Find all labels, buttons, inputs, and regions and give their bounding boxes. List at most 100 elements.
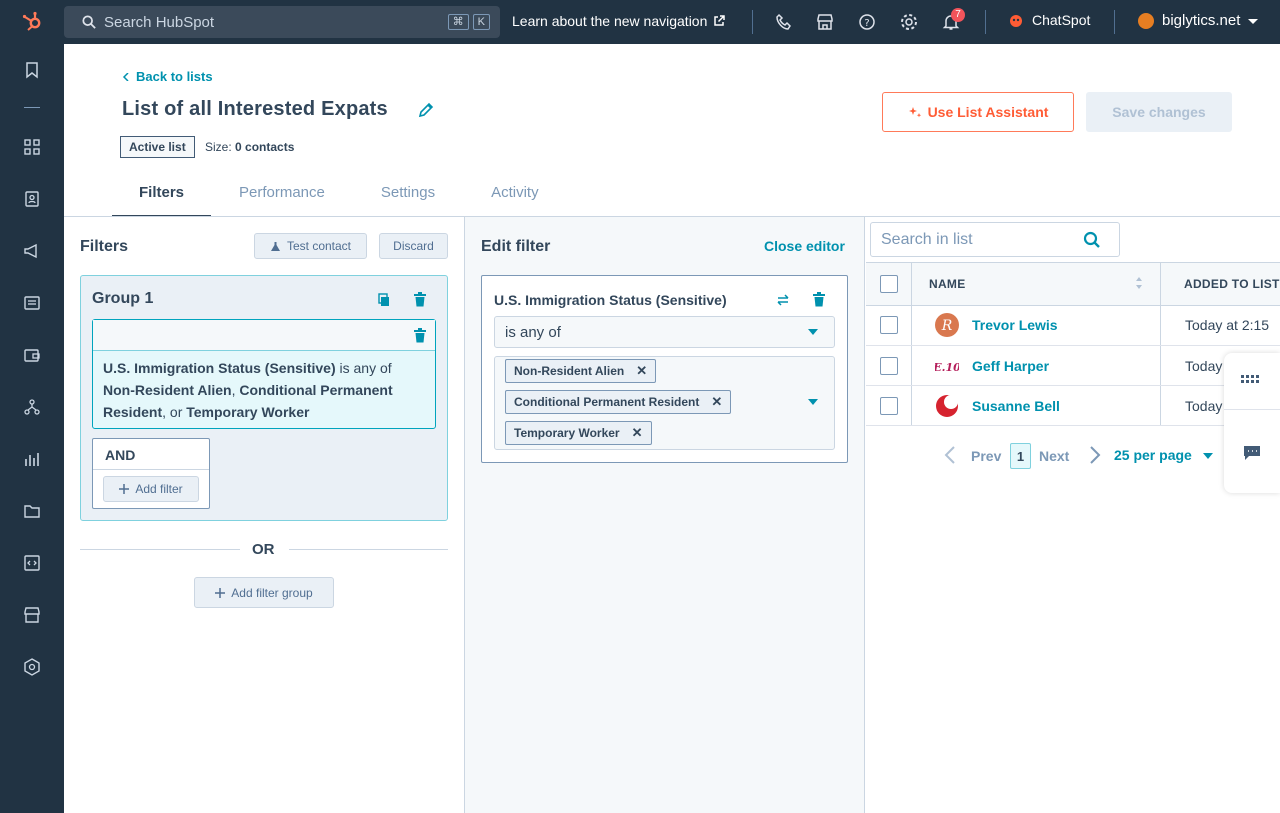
filter-property: U.S. Immigration Status (Sensitive)	[103, 360, 336, 376]
delete-edit-filter-trash-icon[interactable]	[812, 292, 826, 307]
remove-chip-icon[interactable]: ✕	[632, 425, 643, 441]
column-header-added[interactable]: ADDED TO LIST	[1184, 277, 1280, 291]
or-divider-left	[80, 549, 240, 550]
contact-name-link[interactable]: Geff Harper	[972, 358, 1049, 374]
settings-hexagon-icon[interactable]	[23, 658, 41, 676]
marketing-megaphone-icon[interactable]	[23, 242, 41, 260]
account-menu[interactable]: biglytics.net	[1138, 12, 1259, 29]
or-divider-right	[289, 549, 448, 550]
contact-name-link[interactable]: Trevor Lewis	[972, 317, 1058, 333]
add-filter-group-label: Add filter group	[231, 585, 313, 600]
content-icon[interactable]	[23, 294, 41, 312]
commerce-wallet-icon[interactable]	[23, 346, 41, 364]
filter-card-header	[93, 320, 435, 351]
edit-title-pencil-icon[interactable]	[418, 102, 434, 118]
test-contact-label: Test contact	[286, 239, 352, 253]
test-contact-button[interactable]: Test contact	[254, 233, 367, 259]
svg-text:?: ?	[864, 18, 869, 29]
workspaces-grid-icon[interactable]	[23, 138, 41, 156]
account-name: biglytics.net	[1162, 12, 1241, 29]
tab-performance[interactable]: Performance	[239, 182, 325, 218]
library-folder-icon[interactable]	[23, 502, 41, 520]
reporting-chart-icon[interactable]	[23, 450, 41, 468]
contact-avatar: R	[935, 313, 959, 337]
floating-widget-divider	[1224, 409, 1280, 410]
group-title: Group 1	[92, 290, 154, 307]
phone-icon[interactable]	[775, 13, 793, 31]
size-value: 0 contacts	[235, 140, 295, 154]
current-page-number[interactable]: 1	[1010, 443, 1031, 469]
add-filter-group-button[interactable]: Add filter group	[194, 577, 334, 608]
settings-gear-icon[interactable]	[900, 13, 918, 31]
delete-group-trash-icon[interactable]	[413, 292, 427, 307]
select-all-checkbox[interactable]	[880, 275, 898, 293]
plus-icon	[215, 587, 226, 598]
marketplace-store-icon[interactable]	[23, 606, 41, 624]
marketplace-icon[interactable]	[816, 13, 834, 31]
column-header-name[interactable]: NAME	[929, 277, 966, 291]
row-checkbox[interactable]	[880, 316, 898, 334]
left-sidebar	[0, 44, 64, 813]
assistant-button-label: Use List Assistant	[927, 104, 1049, 120]
search-list-placeholder: Search in list	[881, 231, 973, 248]
chevron-left-icon[interactable]	[944, 446, 956, 464]
operator-value: is any of	[505, 324, 561, 341]
development-code-icon[interactable]	[23, 554, 41, 572]
copy-group-icon[interactable]	[377, 293, 391, 307]
row-checkbox[interactable]	[880, 397, 898, 415]
shortcut-cmd-key: ⌘	[447, 14, 469, 30]
added-date: Today at 2:15	[1185, 317, 1270, 333]
or-label: OR	[252, 541, 275, 558]
discard-button[interactable]: Discard	[379, 233, 448, 259]
save-changes-button[interactable]: Save changes	[1086, 92, 1232, 132]
learn-new-navigation-link[interactable]: Learn about the new navigation	[512, 13, 726, 29]
delete-filter-trash-icon[interactable]	[413, 328, 427, 343]
keypad-grid-icon[interactable]	[1241, 375, 1263, 385]
tab-activity[interactable]: Activity	[491, 182, 539, 218]
caret-down-icon	[808, 329, 818, 335]
floating-help-widget	[1224, 353, 1280, 493]
swap-property-icon[interactable]	[776, 293, 790, 307]
row-checkbox[interactable]	[880, 357, 898, 375]
and-label: AND	[105, 447, 136, 463]
back-to-lists-link[interactable]: Back to lists	[122, 69, 213, 84]
bookmarks-icon[interactable]	[23, 61, 41, 79]
list-type-tag: Active list	[120, 136, 195, 158]
tab-filters[interactable]: Filters	[112, 182, 211, 218]
per-page-label: 25 per page	[1114, 447, 1192, 463]
automation-icon[interactable]	[23, 398, 41, 416]
close-editor-link[interactable]: Close editor	[764, 238, 845, 254]
add-filter-button[interactable]: Add filter	[103, 476, 199, 502]
chevron-down-icon	[1248, 18, 1259, 24]
added-date: Today	[1185, 358, 1223, 374]
global-search-input[interactable]: Search HubSpot ⌘ K	[64, 6, 500, 38]
filter-separator-2: , or	[162, 404, 183, 420]
operator-select[interactable]: is any of	[494, 316, 835, 348]
chevron-right-icon[interactable]	[1089, 446, 1101, 464]
contact-avatar	[935, 394, 959, 418]
tab-settings[interactable]: Settings	[381, 182, 435, 218]
help-icon[interactable]: ?	[858, 13, 876, 31]
next-page-button[interactable]: Next	[1039, 448, 1069, 464]
per-page-dropdown[interactable]: 25 per page	[1114, 447, 1192, 463]
use-list-assistant-button[interactable]: Use List Assistant	[882, 92, 1074, 132]
and-divider	[93, 469, 209, 470]
search-placeholder: Search HubSpot	[104, 13, 215, 31]
contacts-icon[interactable]	[23, 190, 41, 208]
topbar-divider	[1114, 10, 1115, 34]
sort-icon[interactable]	[1135, 276, 1143, 290]
list-size: Size: 0 contacts	[205, 140, 294, 154]
svg-text:R: R	[941, 318, 953, 334]
contact-name-link[interactable]: Susanne Bell	[972, 398, 1060, 414]
hubspot-logo-icon[interactable]	[0, 0, 64, 44]
flask-icon	[270, 241, 280, 251]
value-chip: Conditional Permanent Resident ✕	[505, 390, 732, 414]
chat-bubble-icon[interactable]	[1243, 445, 1261, 461]
caret-down-icon[interactable]	[808, 399, 818, 405]
search-in-list-input[interactable]: Search in list	[870, 222, 1120, 257]
svg-text:E.10: E.10	[935, 361, 959, 374]
remove-chip-icon[interactable]: ✕	[711, 394, 722, 410]
remove-chip-icon[interactable]: ✕	[636, 363, 647, 379]
prev-page-button[interactable]: Prev	[971, 448, 1001, 464]
chatspot-button[interactable]: ChatSpot	[1008, 12, 1090, 28]
